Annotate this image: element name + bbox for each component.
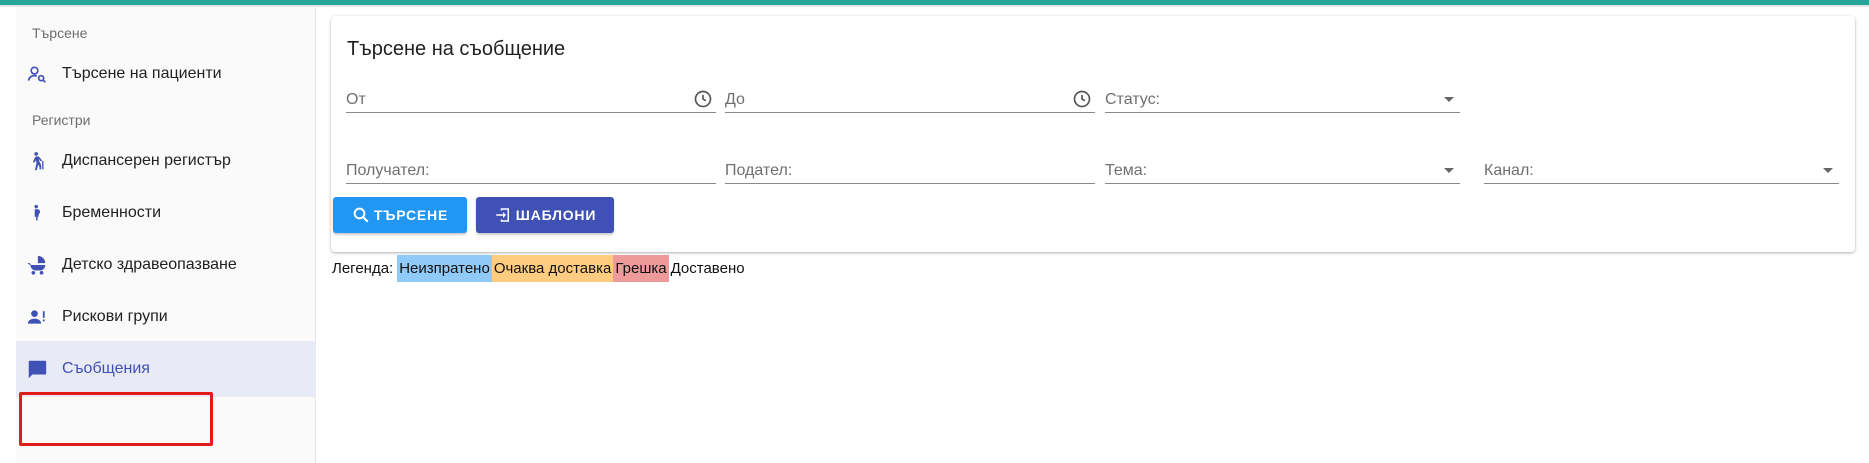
sidebar-item-messages[interactable]: Съобщения (16, 341, 316, 397)
chevron-down-icon (1444, 97, 1454, 102)
sidebar-item-patient-search[interactable]: Търсене на пациенти (16, 46, 316, 102)
elderly-walking-icon (26, 150, 48, 172)
to-date-placeholder: До (725, 91, 745, 108)
search-icon (352, 206, 370, 224)
recipient-placeholder: Получател: (346, 162, 430, 179)
login-icon (494, 206, 512, 224)
person-search-icon (26, 63, 48, 85)
sender-field[interactable]: Подател: (725, 154, 1095, 184)
sidebar-item-label: Рискови групи (62, 308, 168, 325)
from-date-field[interactable]: От (346, 83, 716, 113)
sidebar-item-child-healthcare[interactable]: Детско здравеопазване (16, 237, 316, 293)
legend-title: Легенда: (332, 260, 394, 277)
person-alert-icon (26, 306, 48, 328)
legend-delivered: Доставено (670, 260, 745, 277)
subject-select[interactable]: Тема: (1105, 154, 1460, 184)
sidebar-item-label: Детско здравеопазване (62, 256, 237, 273)
clock-icon[interactable] (1071, 88, 1093, 110)
status-placeholder: Статус: (1105, 91, 1161, 108)
channel-select[interactable]: Канал: (1484, 154, 1839, 184)
chevron-down-icon (1444, 168, 1454, 173)
legend-not-sent: Неизпратено (397, 255, 492, 282)
sidebar-item-label: Диспансерен регистър (62, 152, 231, 169)
templates-button[interactable]: ШАБЛОНИ (476, 197, 614, 233)
search-button-label: ТЪРСЕНЕ (373, 207, 449, 223)
sidebar-item-label: Бременности (62, 204, 162, 221)
chevron-down-icon (1823, 168, 1833, 173)
sidebar-item-pregnancies[interactable]: Бременности (16, 185, 316, 241)
recipient-field[interactable]: Получател: (346, 154, 716, 184)
sidebar: Търсене Търсене на пациенти Регистри Дис… (16, 7, 316, 463)
page-title: Търсене на съобщение (347, 38, 566, 60)
sidebar-item-dispensary-register[interactable]: Диспансерен регистър (16, 133, 316, 189)
legend-pending: Очаква доставка (491, 255, 614, 282)
status-legend: Легенда: Неизпратено Очаква доставка Гре… (330, 255, 747, 282)
message-icon (26, 358, 48, 380)
sidebar-item-label: Съобщения (62, 360, 150, 377)
sidebar-item-label: Търсене на пациенти (62, 65, 222, 82)
from-date-placeholder: От (346, 91, 366, 108)
subject-placeholder: Тема: (1105, 162, 1148, 179)
sidebar-item-risk-groups[interactable]: Рискови групи (16, 289, 316, 345)
to-date-field[interactable]: До (725, 83, 1095, 113)
sidebar-section-search: Търсене (32, 25, 88, 41)
sender-placeholder: Подател: (725, 162, 793, 179)
pregnant-woman-icon (26, 202, 48, 224)
templates-button-label: ШАБЛОНИ (515, 207, 597, 223)
baby-carriage-icon (26, 254, 48, 276)
channel-placeholder: Канал: (1484, 162, 1534, 179)
search-button[interactable]: ТЪРСЕНЕ (333, 197, 467, 233)
legend-error: Грешка (613, 255, 669, 282)
sidebar-section-registers: Регистри (32, 112, 91, 128)
status-select[interactable]: Статус: (1105, 83, 1460, 113)
clock-icon[interactable] (692, 88, 714, 110)
